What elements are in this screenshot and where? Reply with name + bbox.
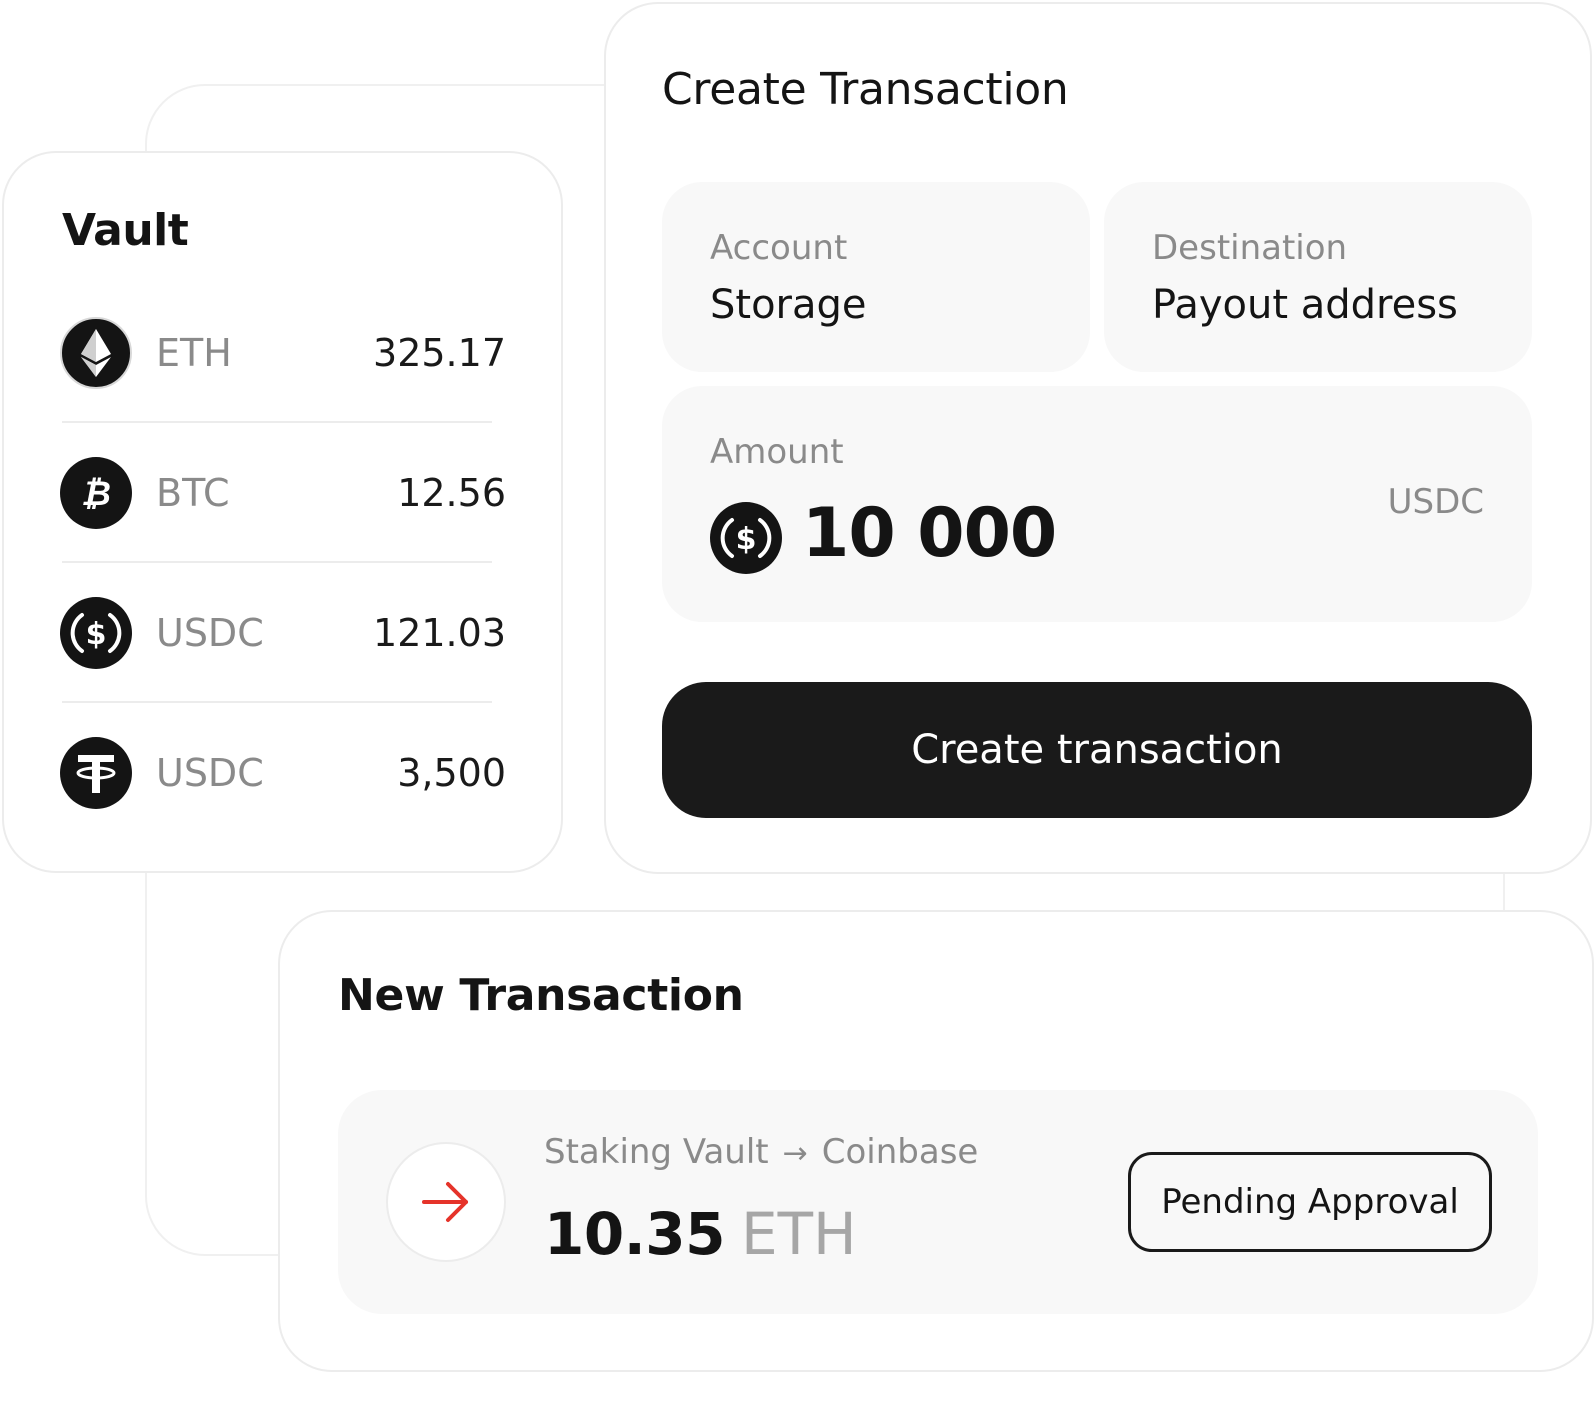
usdc-icon: $: [60, 597, 132, 669]
asset-row-btc[interactable]: ₿ BTC 12.56: [60, 457, 506, 529]
amount-field[interactable]: Amount $ 10 000 USDC: [662, 386, 1532, 622]
transaction-amount: 10.35 ETH: [544, 1200, 857, 1268]
route-from: Staking Vault: [544, 1132, 769, 1172]
asset-symbol: USDC: [156, 611, 264, 655]
amount-label: Amount: [710, 432, 844, 472]
asset-amount: 3,500: [397, 751, 506, 795]
account-field[interactable]: Account Storage: [662, 182, 1090, 372]
account-label: Account: [710, 228, 848, 268]
asset-symbol: ETH: [156, 331, 232, 375]
divider: [62, 561, 492, 563]
amount-input[interactable]: 10 000: [802, 494, 1057, 573]
transaction-row[interactable]: Staking Vault → Coinbase 10.35 ETH Pending …: [338, 1090, 1538, 1314]
transaction-route: Staking Vault → Coinbase: [544, 1132, 978, 1172]
status-badge[interactable]: Pending Approval: [1128, 1152, 1492, 1252]
divider: [62, 421, 492, 423]
svg-text:$: $: [86, 617, 107, 652]
vault-title: Vault: [62, 205, 189, 256]
asset-row-usdt[interactable]: USDC 3,500: [60, 737, 506, 809]
asset-amount: 121.03: [373, 611, 506, 655]
create-transaction-button[interactable]: Create transaction: [662, 682, 1532, 818]
destination-value: Payout address: [1152, 282, 1458, 328]
destination-label: Destination: [1152, 228, 1348, 268]
asset-amount: 12.56: [397, 471, 506, 515]
asset-symbol: BTC: [156, 471, 230, 515]
svg-text:₿: ₿: [81, 474, 111, 514]
create-transaction-card: Create Transaction Account Storage Desti…: [604, 2, 1592, 874]
bitcoin-icon: ₿: [60, 457, 132, 529]
arrow-right-icon: [386, 1142, 506, 1262]
new-transaction-card: New Transaction Staking Vault → Coinbase 1…: [278, 910, 1594, 1372]
tether-icon: [60, 737, 132, 809]
transaction-amount-value: 10.35: [544, 1200, 725, 1268]
route-to: Coinbase: [821, 1132, 979, 1172]
ethereum-icon: [60, 317, 132, 389]
destination-field[interactable]: Destination Payout address: [1104, 182, 1532, 372]
transaction-amount-unit: ETH: [740, 1200, 857, 1268]
asset-symbol: USDC: [156, 751, 264, 795]
divider: [62, 701, 492, 703]
create-transaction-title: Create Transaction: [662, 64, 1069, 115]
amount-currency[interactable]: USDC: [1388, 482, 1484, 522]
usdc-icon: $: [710, 502, 782, 574]
asset-row-usdc[interactable]: $ USDC 121.03: [60, 597, 506, 669]
asset-amount: 325.17: [373, 331, 506, 375]
svg-text:$: $: [736, 522, 757, 557]
account-value: Storage: [710, 282, 867, 328]
vault-card: Vault ETH 325.17 ₿ BTC 12.56 $ USDC 121.…: [2, 151, 563, 873]
asset-row-eth[interactable]: ETH 325.17: [60, 317, 506, 389]
route-arrow-icon: →: [782, 1136, 808, 1171]
new-transaction-title: New Transaction: [338, 970, 744, 1021]
